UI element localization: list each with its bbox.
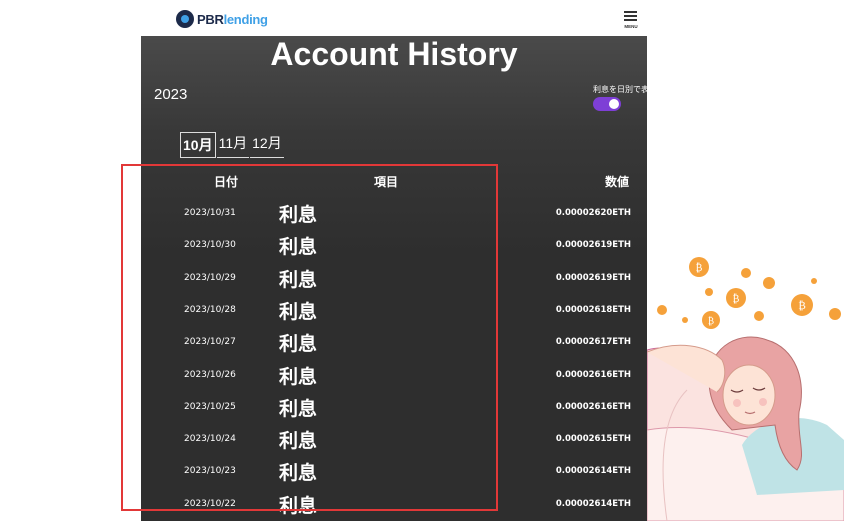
menu-label: MENU — [624, 24, 638, 29]
row-amount: 0.00002615ETH — [555, 434, 631, 445]
row-date: 2023/10/30 — [184, 240, 236, 251]
svg-text:₿: ₿ — [733, 293, 740, 305]
row-item: 利息 — [279, 397, 318, 420]
relaxing-woman-illustration: ₿ ₿ ₿ ₿ — [647, 257, 844, 521]
row-date: 2023/10/31 — [184, 208, 236, 218]
app-screen: PBRlending MENU Account History 2023 利息を… — [141, 0, 647, 521]
row-date: 2023/10/27 — [184, 337, 236, 348]
table-row: 2023/10/22 利息 0.00002614ETH — [141, 489, 647, 521]
row-item: 利息 — [279, 300, 318, 323]
row-amount: 0.00002614ETH — [555, 498, 631, 509]
row-date: 2023/10/22 — [184, 498, 236, 509]
row-date: 2023/10/29 — [184, 272, 236, 283]
column-header-value: 数値 — [605, 175, 630, 189]
table-row: 2023/10/31 利息 0.00002620ETH — [141, 198, 647, 230]
row-item: 利息 — [279, 430, 318, 453]
row-item: 利息 — [279, 236, 318, 259]
row-date: 2023/10/28 — [184, 304, 236, 315]
row-item: 利息 — [279, 494, 318, 517]
bitcoin-coin-icon: ₿ ₿ ₿ ₿ — [657, 257, 841, 329]
table-row: 2023/10/23 利息 0.00002614ETH — [141, 456, 647, 488]
row-item: 利息 — [279, 204, 318, 226]
hamburger-icon-bar — [624, 19, 637, 21]
table-row: 2023/10/27 利息 0.00002617ETH — [141, 327, 647, 359]
month-tabs: 10月 11月 12月 — [180, 132, 285, 158]
hamburger-icon — [624, 11, 637, 13]
pbr-lending-logo[interactable]: PBRlending — [176, 9, 268, 29]
row-item: 利息 — [279, 462, 318, 485]
daily-interest-toggle[interactable] — [593, 97, 621, 111]
row-item: 利息 — [279, 333, 318, 356]
logo-icon — [176, 10, 194, 28]
month-tab[interactable]: 10月 — [180, 132, 216, 158]
table-row: 2023/10/28 利息 0.00002618ETH — [141, 295, 647, 327]
row-item: 利息 — [279, 365, 318, 388]
row-amount: 0.00002618ETH — [555, 304, 631, 315]
row-item: 利息 — [279, 268, 318, 291]
menu-button[interactable]: MENU — [623, 10, 639, 32]
page-title: Account History — [270, 36, 518, 72]
table-row: 2023/10/24 利息 0.00002615ETH — [141, 424, 647, 456]
row-amount: 0.00002619ETH — [555, 240, 631, 251]
row-date: 2023/10/26 — [184, 369, 236, 380]
row-date: 2023/10/23 — [184, 466, 236, 477]
daily-interest-toggle-label: 利息を日別で表示 — [593, 85, 647, 94]
account-history-panel: Account History 2023 利息を日別で表示 10月11月12月 … — [141, 36, 647, 521]
row-amount: 0.00002617ETH — [555, 337, 631, 348]
row-amount: 0.00002616ETH — [555, 401, 631, 412]
month-tab[interactable]: 11月 — [216, 132, 250, 158]
table-row: 2023/10/30 利息 0.00002619ETH — [141, 230, 647, 262]
row-amount: 0.00002614ETH — [555, 466, 631, 477]
row-date: 2023/10/25 — [184, 401, 236, 412]
svg-text:₿: ₿ — [708, 316, 714, 327]
table-row: 2023/10/29 利息 0.00002619ETH — [141, 263, 647, 295]
svg-text:₿: ₿ — [696, 262, 703, 274]
year-label: 2023 — [154, 86, 188, 103]
table-row: 2023/10/26 利息 0.00002616ETH — [141, 360, 647, 392]
row-amount: 0.00002619ETH — [555, 272, 631, 283]
svg-text:₿: ₿ — [798, 299, 806, 312]
hamburger-icon-bar — [624, 15, 637, 17]
row-amount: 0.00002616ETH — [555, 369, 631, 380]
column-header-item: 項目 — [374, 175, 399, 189]
column-header-date: 日付 — [214, 175, 239, 189]
month-tab[interactable]: 12月 — [250, 132, 284, 158]
row-amount: 0.00002620ETH — [555, 208, 631, 218]
row-date: 2023/10/24 — [184, 434, 236, 445]
toggle-knob — [609, 99, 619, 109]
table-row: 2023/10/25 利息 0.00002616ETH — [141, 392, 647, 424]
top-bar: PBRlending MENU — [141, 0, 647, 36]
logo-text: PBRlending — [197, 11, 268, 27]
